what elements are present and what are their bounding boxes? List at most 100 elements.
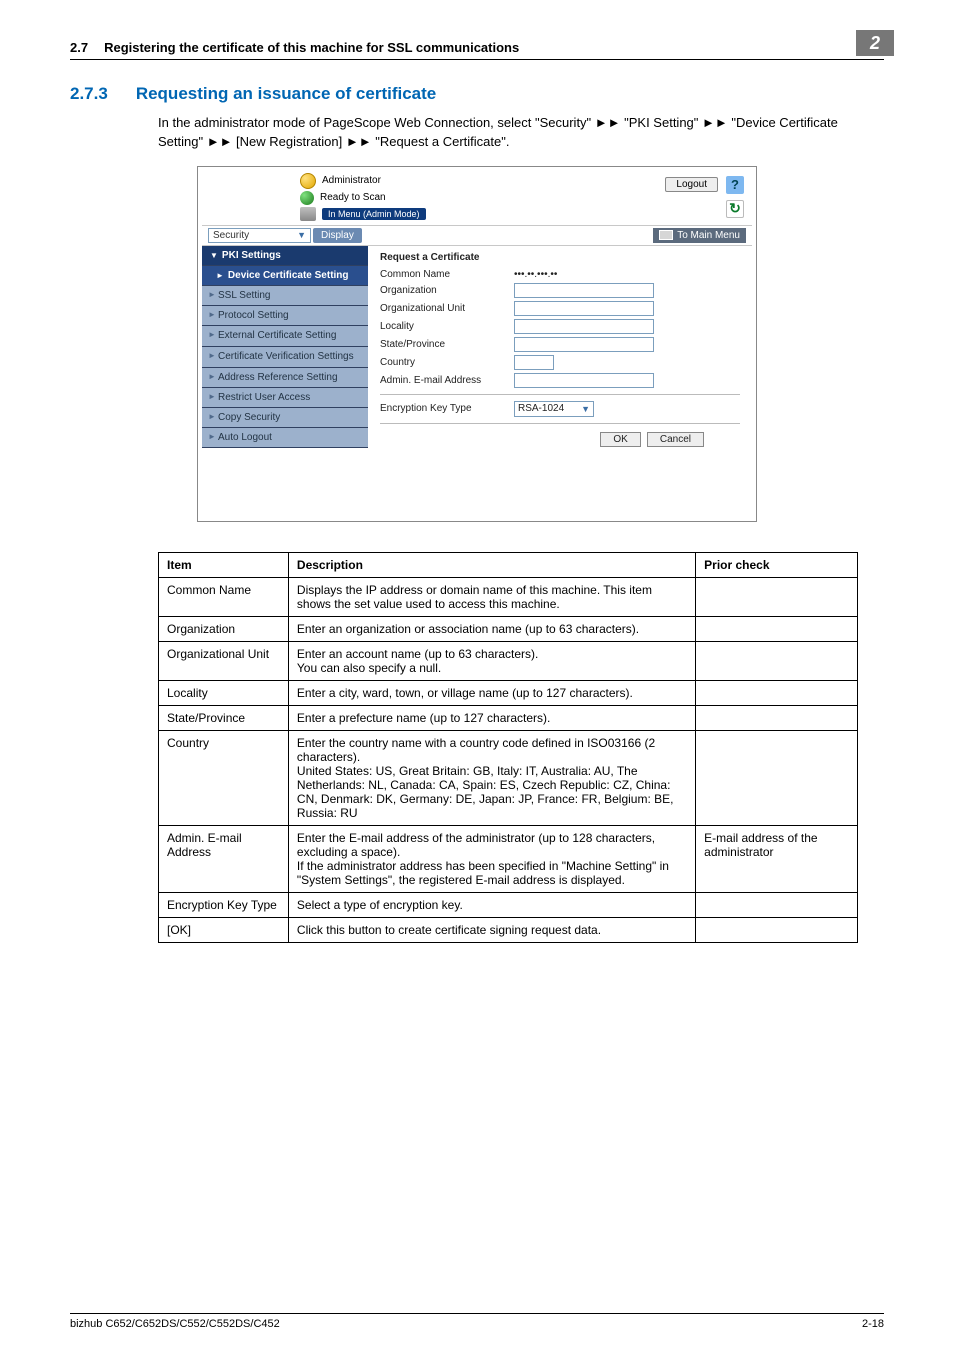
- sidebar-item-restrict-user[interactable]: Restrict User Access: [202, 388, 368, 408]
- cell-prior: [696, 917, 858, 942]
- table-row: State/ProvinceEnter a prefecture name (u…: [159, 705, 858, 730]
- cell-item: Common Name: [159, 577, 289, 616]
- label-admin-email: Admin. E-mail Address: [380, 375, 514, 386]
- display-button[interactable]: Display: [313, 228, 362, 243]
- cell-desc: Enter a city, ward, town, or village nam…: [288, 680, 695, 705]
- cell-item: [OK]: [159, 917, 289, 942]
- printer-status-icon: [300, 191, 314, 205]
- cell-item: Country: [159, 730, 289, 825]
- cell-item: Organizational Unit: [159, 641, 289, 680]
- sidebar: PKI Settings Device Certificate Setting …: [202, 246, 368, 517]
- cell-item: Admin. E-mail Address: [159, 825, 289, 892]
- sidebar-item-external-cert[interactable]: External Certificate Setting: [202, 326, 368, 347]
- input-org-unit[interactable]: [514, 301, 654, 316]
- subsection-number: 2.7.3: [70, 84, 108, 104]
- cell-desc: Enter the E-mail address of the administ…: [288, 825, 695, 892]
- cell-desc: Click this button to create certificate …: [288, 917, 695, 942]
- table-row: LocalityEnter a city, ward, town, or vil…: [159, 680, 858, 705]
- cell-desc: Select a type of encryption key.: [288, 892, 695, 917]
- input-admin-email[interactable]: [514, 373, 654, 388]
- sidebar-item-protocol[interactable]: Protocol Setting: [202, 306, 368, 326]
- cell-item: Locality: [159, 680, 289, 705]
- cell-prior: [696, 616, 858, 641]
- table-row: [OK]Click this button to create certific…: [159, 917, 858, 942]
- to-main-menu-label: To Main Menu: [677, 230, 740, 241]
- sidebar-item-auto-logout[interactable]: Auto Logout: [202, 428, 368, 448]
- ok-button[interactable]: OK: [600, 432, 640, 447]
- cell-desc: Enter the country name with a country co…: [288, 730, 695, 825]
- table-row: Encryption Key TypeSelect a type of encr…: [159, 892, 858, 917]
- label-state: State/Province: [380, 339, 514, 350]
- section-dropdown[interactable]: Security ▼: [208, 228, 311, 243]
- menu-mode-icon: [300, 207, 316, 221]
- to-main-menu-button[interactable]: To Main Menu: [653, 228, 746, 243]
- table-row: Organizational UnitEnter an account name…: [159, 641, 858, 680]
- header-section-num: 2.7: [70, 40, 88, 55]
- cell-desc: Enter a prefecture name (up to 127 chara…: [288, 705, 695, 730]
- window-icon: [659, 230, 673, 240]
- select-enc-key-value: RSA-1024: [518, 403, 564, 414]
- sidebar-item-device-cert[interactable]: Device Certificate Setting: [202, 266, 368, 286]
- th-item: Item: [159, 552, 289, 577]
- label-common-name: Common Name: [380, 269, 514, 280]
- footer-model: bizhub C652/C652DS/C552/C552DS/C452: [70, 1318, 280, 1330]
- screenshot-panel: Administrator Ready to Scan In Menu (Adm…: [197, 166, 757, 522]
- sidebar-item-copy-security[interactable]: Copy Security: [202, 408, 368, 428]
- admin-avatar-icon: [300, 173, 316, 189]
- cell-prior: [696, 680, 858, 705]
- label-country: Country: [380, 357, 514, 368]
- label-org-unit: Organizational Unit: [380, 303, 514, 314]
- input-locality[interactable]: [514, 319, 654, 334]
- help-icon[interactable]: ?: [726, 176, 744, 194]
- dropdown-value: Security: [213, 230, 249, 241]
- table-row: Common NameDisplays the IP address or do…: [159, 577, 858, 616]
- input-organization[interactable]: [514, 283, 654, 298]
- cell-prior: E-mail address of the administrator: [696, 825, 858, 892]
- chevron-down-icon: ▼: [581, 404, 590, 414]
- cell-item: Organization: [159, 616, 289, 641]
- cell-prior: [696, 892, 858, 917]
- menu-mode-chip: In Menu (Admin Mode): [322, 208, 426, 220]
- cell-desc: Enter an organization or association nam…: [288, 616, 695, 641]
- cell-prior: [696, 730, 858, 825]
- cell-prior: [696, 577, 858, 616]
- table-row: Admin. E-mail AddressEnter the E-mail ad…: [159, 825, 858, 892]
- refresh-icon[interactable]: ↻: [726, 200, 744, 218]
- form-pane: Request a Certificate Common Name •••.••…: [368, 246, 752, 517]
- label-organization: Organization: [380, 285, 514, 296]
- label-locality: Locality: [380, 321, 514, 332]
- th-desc: Description: [288, 552, 695, 577]
- header-section-title: Registering the certificate of this mach…: [104, 40, 884, 55]
- cell-prior: [696, 705, 858, 730]
- chevron-down-icon: ▼: [297, 230, 306, 240]
- value-common-name: •••.••.•••.••: [514, 269, 557, 280]
- intro-paragraph: In the administrator mode of PageScope W…: [158, 114, 884, 152]
- input-country[interactable]: [514, 355, 554, 370]
- cell-item: Encryption Key Type: [159, 892, 289, 917]
- cell-desc: Displays the IP address or domain name o…: [288, 577, 695, 616]
- label-enc-key-type: Encryption Key Type: [380, 403, 514, 414]
- chapter-corner-tab: 2: [856, 30, 894, 56]
- cell-item: State/Province: [159, 705, 289, 730]
- cell-desc: Enter an account name (up to 63 characte…: [288, 641, 695, 680]
- form-title: Request a Certificate: [380, 252, 740, 263]
- input-state[interactable]: [514, 337, 654, 352]
- cancel-button[interactable]: Cancel: [647, 432, 704, 447]
- subsection-title: Requesting an issuance of certificate: [136, 84, 436, 104]
- table-row: OrganizationEnter an organization or ass…: [159, 616, 858, 641]
- table-row: CountryEnter the country name with a cou…: [159, 730, 858, 825]
- sidebar-item-address-ref[interactable]: Address Reference Setting: [202, 368, 368, 388]
- footer-page-num: 2-18: [862, 1318, 884, 1330]
- select-enc-key-type[interactable]: RSA-1024 ▼: [514, 401, 594, 417]
- sidebar-item-pki-settings[interactable]: PKI Settings: [202, 246, 368, 266]
- running-header: 2.7 Registering the certificate of this …: [70, 40, 884, 60]
- page-footer: bizhub C652/C652DS/C552/C552DS/C452 2-18: [70, 1313, 884, 1330]
- logout-button[interactable]: Logout: [665, 177, 718, 192]
- cell-prior: [696, 641, 858, 680]
- sidebar-item-ssl[interactable]: SSL Setting: [202, 286, 368, 306]
- administrator-label: Administrator: [322, 175, 381, 186]
- sidebar-item-cert-verification[interactable]: Certificate Verification Settings: [202, 347, 368, 368]
- th-prior: Prior check: [696, 552, 858, 577]
- description-table: Item Description Prior check Common Name…: [158, 552, 858, 943]
- ready-to-scan-label: Ready to Scan: [320, 192, 386, 203]
